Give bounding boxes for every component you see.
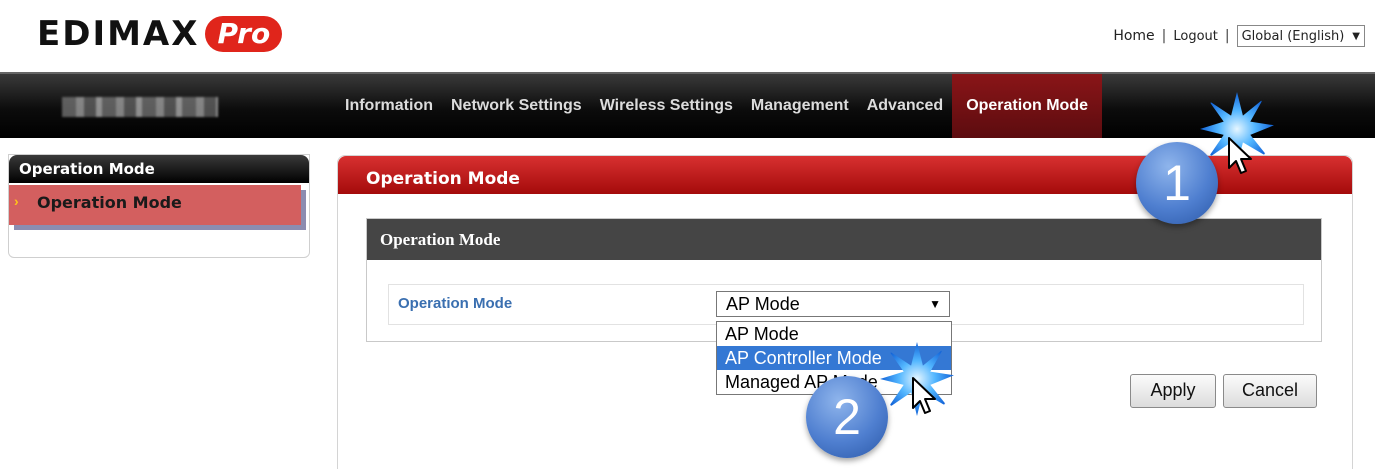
- edimax-logo: EDIMAX Pro: [37, 14, 283, 54]
- nav-wireless-settings[interactable]: Wireless Settings: [591, 74, 742, 138]
- home-link[interactable]: Home: [1113, 28, 1154, 44]
- mouse-cursor-icon: [912, 377, 936, 414]
- logo-pro-badge: Pro: [205, 16, 283, 52]
- top-links: Home | Logout | Global (English) ▼: [1113, 25, 1365, 47]
- blurred-device-name: [62, 97, 218, 117]
- nav-management[interactable]: Management: [742, 74, 858, 138]
- cancel-button[interactable]: Cancel: [1223, 374, 1317, 408]
- sidebar-item-label: Operation Mode: [37, 193, 182, 212]
- chevron-down-icon: ▼: [929, 297, 941, 311]
- language-select[interactable]: Global (English) ▼: [1236, 25, 1365, 47]
- operation-mode-row: Operation Mode AP Mode ▼: [388, 284, 1304, 325]
- chevron-right-icon: ›: [14, 193, 19, 209]
- separator: |: [1161, 28, 1167, 44]
- field-label: Operation Mode: [398, 295, 513, 312]
- nav-items: Information Network Settings Wireless Se…: [336, 74, 1102, 138]
- step-badge-2: 2: [806, 376, 888, 458]
- mouse-cursor-icon: [1228, 137, 1252, 174]
- nav-advanced[interactable]: Advanced: [858, 74, 952, 138]
- logout-link[interactable]: Logout: [1173, 29, 1218, 44]
- language-value: Global (English): [1241, 28, 1345, 44]
- apply-button[interactable]: Apply: [1130, 374, 1216, 408]
- nav-operation-mode[interactable]: Operation Mode: [952, 74, 1102, 138]
- section-title: Operation Mode: [367, 219, 1321, 260]
- select-value: AP Mode: [726, 294, 800, 314]
- operation-mode-select[interactable]: AP Mode ▼: [716, 291, 950, 317]
- logo-brand: EDIMAX: [37, 14, 200, 54]
- sidebar-title: Operation Mode: [9, 155, 309, 183]
- sidebar-item-operation-mode[interactable]: › Operation Mode: [9, 185, 301, 225]
- main-nav-bar: Information Network Settings Wireless Se…: [0, 72, 1375, 138]
- chevron-down-icon: ▼: [1352, 30, 1360, 42]
- sidebar: Operation Mode › Operation Mode: [8, 154, 310, 258]
- separator: |: [1224, 28, 1230, 44]
- nav-information[interactable]: Information: [336, 74, 442, 138]
- step-badge-1: 1: [1136, 142, 1218, 224]
- nav-network-settings[interactable]: Network Settings: [442, 74, 591, 138]
- option-ap-mode[interactable]: AP Mode: [717, 322, 951, 346]
